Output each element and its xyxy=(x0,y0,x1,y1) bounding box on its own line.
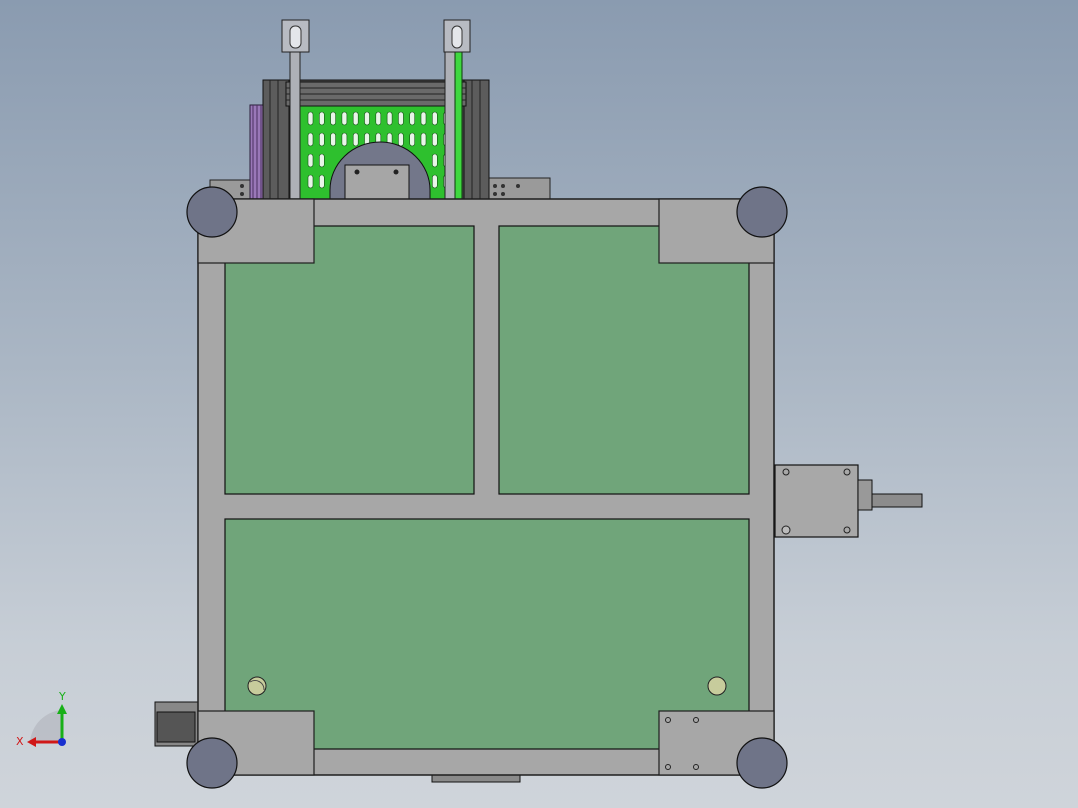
slot-hole xyxy=(341,111,348,126)
slot-hole xyxy=(318,132,325,147)
left-post xyxy=(289,49,301,201)
motor-shaft xyxy=(871,493,923,508)
slot-hole xyxy=(420,132,427,147)
right-pulley-icon xyxy=(451,25,463,49)
z-axis-icon xyxy=(58,738,66,746)
motor-collar xyxy=(857,479,873,511)
y-axis-label: Y xyxy=(58,690,66,703)
slot-hole xyxy=(307,132,314,147)
slot-hole xyxy=(307,174,314,189)
left-motor xyxy=(154,701,201,747)
caster-bottom-right[interactable] xyxy=(736,737,788,789)
bolt-icon xyxy=(240,184,244,188)
bolt-icon xyxy=(393,169,399,175)
bolt-icon xyxy=(493,192,497,196)
slot-hole xyxy=(307,153,314,168)
slot-hole xyxy=(375,111,382,126)
caster-bottom-left[interactable] xyxy=(186,737,238,789)
slot-hole xyxy=(431,111,438,126)
bolt-icon xyxy=(240,192,244,196)
cad-viewport[interactable]: Y X xyxy=(0,0,1078,808)
left-pulley-icon xyxy=(289,25,302,49)
slot-hole xyxy=(307,111,314,126)
slot-hole xyxy=(341,132,348,147)
stud-right xyxy=(707,676,727,696)
slot-hole xyxy=(398,111,404,126)
slot-hole xyxy=(398,132,404,147)
bolt-icon xyxy=(354,169,360,175)
bolt-icon xyxy=(516,184,520,188)
slot-hole xyxy=(352,111,359,126)
panel-top-right[interactable] xyxy=(498,225,750,495)
slot-hole xyxy=(364,111,370,126)
top-mechanism[interactable] xyxy=(209,19,551,203)
slot-hole xyxy=(409,111,416,126)
slot-hole xyxy=(409,132,416,147)
slot-hole xyxy=(431,132,438,147)
dome-bracket xyxy=(344,164,410,201)
slot-hole xyxy=(330,111,336,126)
slot-hole xyxy=(330,132,336,147)
x-axis-label: X xyxy=(16,735,24,748)
slot-hole xyxy=(420,111,427,126)
main-frame[interactable] xyxy=(186,186,788,789)
slot-hole xyxy=(318,153,325,168)
slot-hole xyxy=(318,111,325,126)
slot-hole xyxy=(352,132,359,147)
slot-hole xyxy=(431,174,438,189)
bolt-icon xyxy=(501,184,505,188)
bolt-icon xyxy=(493,184,497,188)
right-motor[interactable] xyxy=(774,464,923,538)
panel-top-left[interactable] xyxy=(224,225,475,495)
slot-hole xyxy=(386,111,393,126)
left-column xyxy=(262,79,290,201)
slot-hole xyxy=(318,174,325,189)
bolt-icon xyxy=(501,192,505,196)
coordinate-triad: Y X xyxy=(16,690,67,748)
right-column xyxy=(463,79,490,201)
right-post xyxy=(444,49,456,201)
caster-top-left[interactable] xyxy=(186,186,238,238)
slot-hole xyxy=(431,153,438,168)
caster-top-right[interactable] xyxy=(736,186,788,238)
nut-icon xyxy=(781,525,791,535)
